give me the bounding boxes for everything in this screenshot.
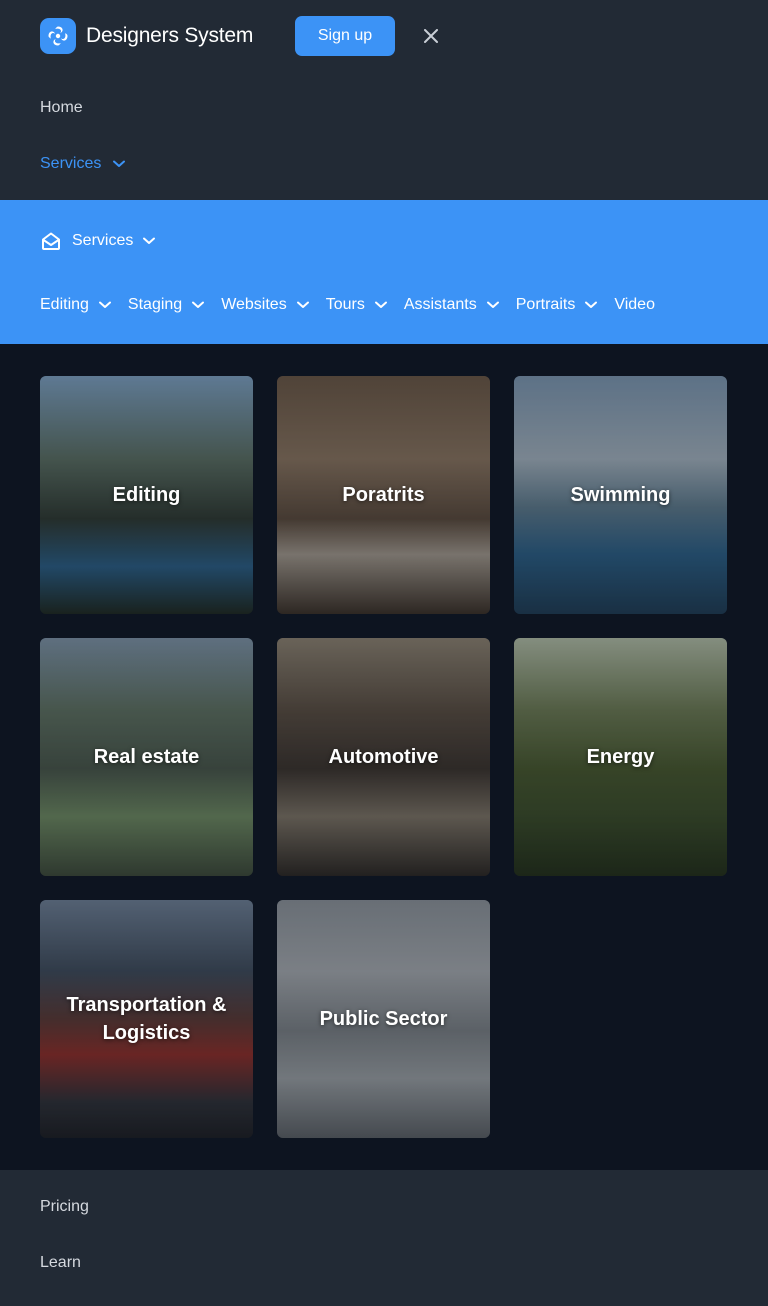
signup-button[interactable]: Sign up bbox=[295, 16, 395, 56]
submenu-tab-label: Portraits bbox=[515, 296, 576, 313]
services-grid: Editing Poratrits Swimming Real estate Autom… bbox=[40, 376, 728, 1138]
submenu-title[interactable]: Services bbox=[40, 229, 156, 253]
nav-services-link[interactable]: Services bbox=[40, 155, 126, 173]
brand[interactable]: Designers System bbox=[40, 18, 253, 54]
close-icon[interactable] bbox=[420, 25, 442, 47]
chevron-down-icon bbox=[486, 301, 499, 308]
card-label: Real estate bbox=[93, 746, 200, 768]
services-submenu: Services Editing Staging Websites Tours Assi… bbox=[0, 200, 768, 344]
card-label: Editing bbox=[112, 484, 181, 506]
service-card-swimming[interactable]: Swimming bbox=[514, 376, 727, 614]
mobile-bottom-nav: Pricing Learn bbox=[0, 1170, 768, 1306]
submenu-tab-assistants[interactable]: Assistants bbox=[404, 296, 499, 314]
submenu-tab-editing[interactable]: Editing bbox=[40, 296, 111, 314]
chevron-down-icon bbox=[192, 301, 205, 308]
submenu-tab-staging[interactable]: Staging bbox=[127, 296, 205, 314]
chevron-down-icon bbox=[113, 160, 126, 167]
chevron-down-icon bbox=[585, 301, 598, 308]
submenu-tab-label: Websites bbox=[221, 296, 287, 313]
service-card-real-estate[interactable]: Real estate bbox=[40, 638, 253, 876]
submenu-tab-label: Assistants bbox=[403, 296, 477, 313]
chevron-down-icon bbox=[98, 301, 111, 308]
mobile-header: Designers System Sign up Home Services bbox=[0, 0, 768, 200]
service-card-poratrits[interactable]: Poratrits bbox=[277, 376, 490, 614]
nav-pricing-link[interactable]: Pricing bbox=[40, 1198, 89, 1216]
nav-services-label: Services bbox=[40, 155, 102, 172]
brand-name: Designers System bbox=[86, 24, 254, 47]
service-card-automotive[interactable]: Automotive bbox=[277, 638, 490, 876]
chevron-down-icon bbox=[143, 237, 156, 244]
service-card-transportation-logistics[interactable]: Transportation & Logistics bbox=[40, 900, 253, 1138]
submenu-tab-tours[interactable]: Tours bbox=[326, 296, 387, 314]
card-label: Swimming bbox=[570, 484, 671, 506]
card-label: Transportation & Logistics bbox=[66, 994, 227, 1044]
chevron-down-icon bbox=[374, 301, 387, 308]
submenu-tab-label: Tours bbox=[325, 296, 365, 313]
nav-home-link[interactable]: Home bbox=[40, 99, 83, 117]
service-card-public-sector[interactable]: Public Sector bbox=[277, 900, 490, 1138]
submenu-tab-label: Staging bbox=[127, 296, 183, 313]
submenu-tab-video[interactable]: Video bbox=[614, 296, 655, 314]
card-label: Energy bbox=[586, 746, 655, 768]
submenu-tab-label: Video bbox=[614, 296, 655, 313]
submenu-tab-websites[interactable]: Websites bbox=[221, 296, 309, 314]
house-icon bbox=[42, 232, 60, 250]
card-label: Automotive bbox=[328, 746, 439, 768]
service-card-editing[interactable]: Editing bbox=[40, 376, 253, 614]
submenu-tabs: Editing Staging Websites Tours Assistants Por… bbox=[40, 294, 672, 316]
submenu-title-label: Services bbox=[72, 232, 134, 249]
nav-learn-link[interactable]: Learn bbox=[40, 1254, 81, 1272]
swirl-logo-icon bbox=[40, 18, 76, 54]
submenu-tab-label: Editing bbox=[40, 296, 89, 313]
card-label: Poratrits bbox=[342, 484, 425, 506]
submenu-tab-portraits[interactable]: Portraits bbox=[516, 296, 598, 314]
chevron-down-icon bbox=[296, 301, 309, 308]
card-label: Public Sector bbox=[319, 1008, 448, 1030]
service-card-energy[interactable]: Energy bbox=[514, 638, 727, 876]
